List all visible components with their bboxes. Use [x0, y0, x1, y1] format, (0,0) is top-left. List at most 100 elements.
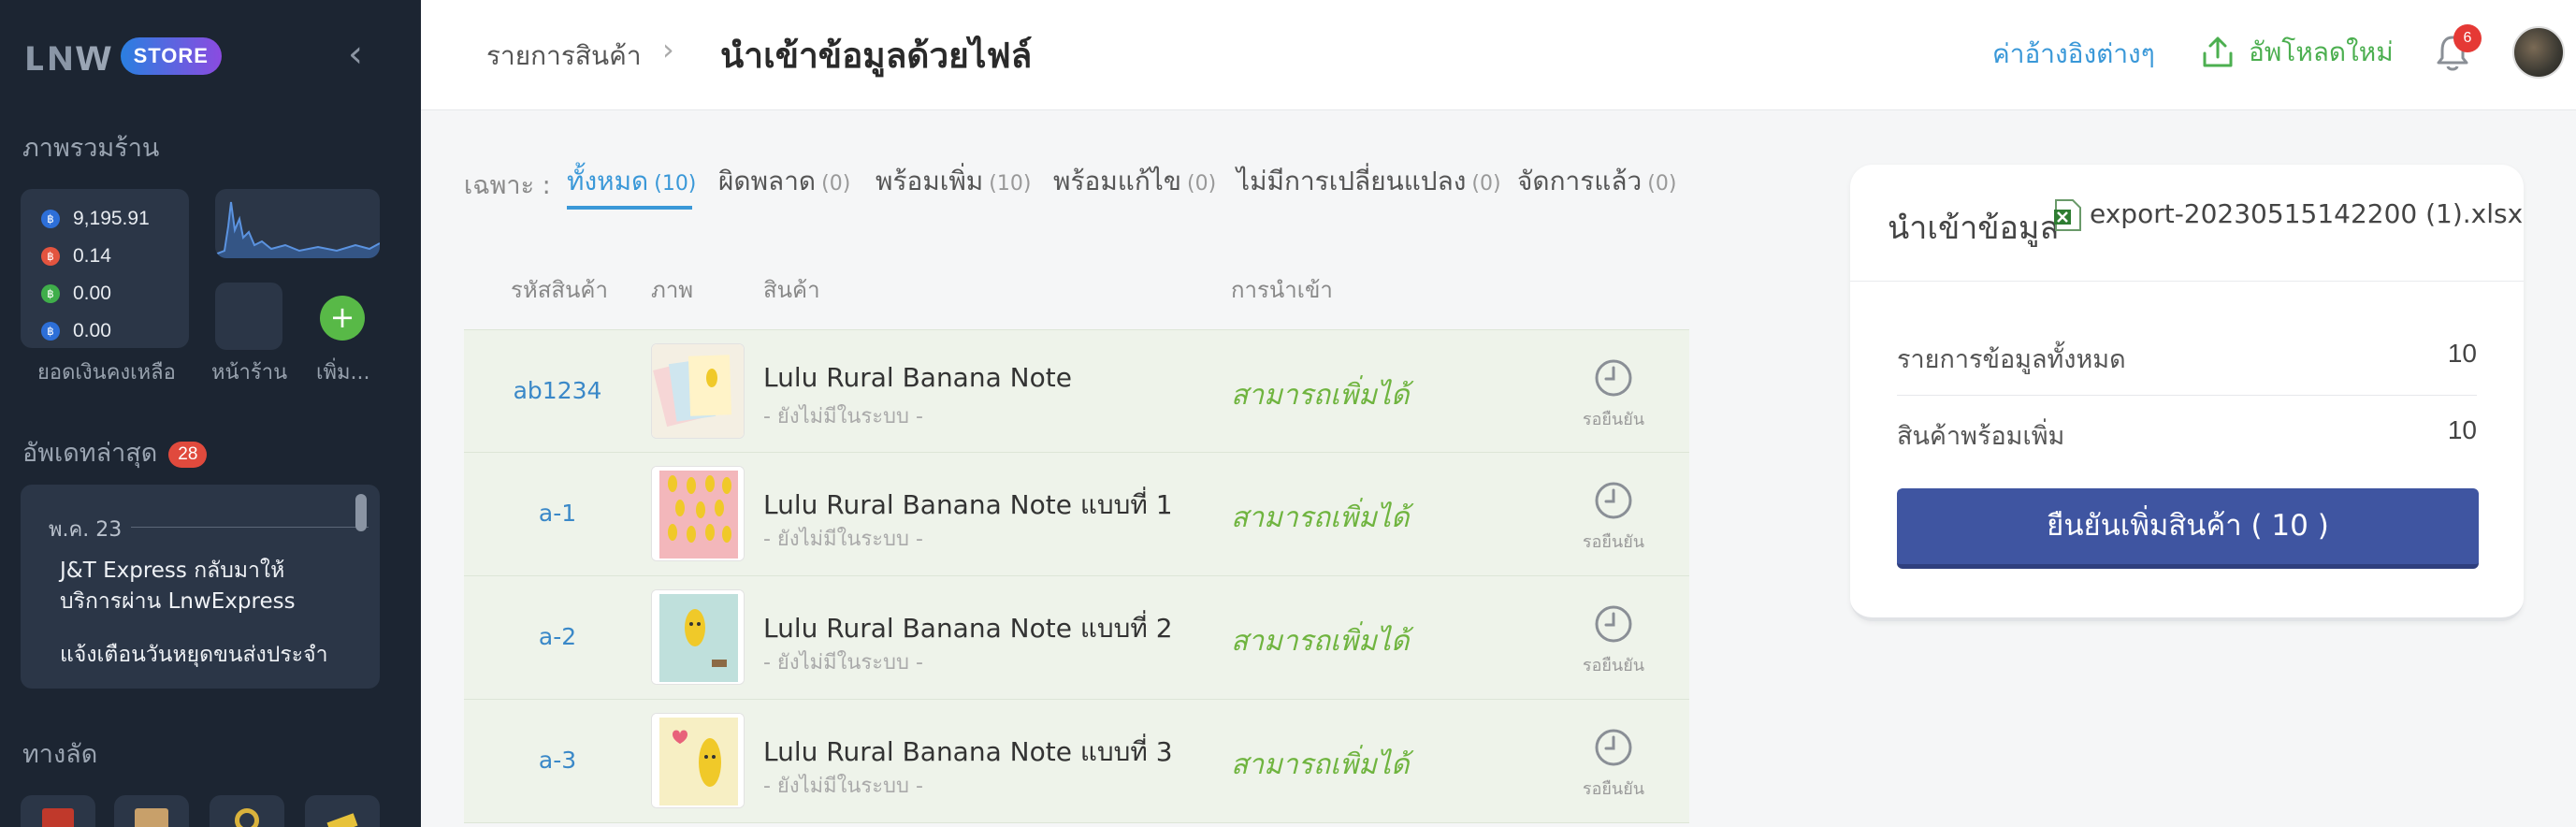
tab-count: (0) [821, 172, 851, 196]
tab-label: ไม่มีการเปลี่ยนแปลง [1237, 166, 1467, 196]
filter-tab-ready-to-edit[interactable]: พร้อมแก้ไข (0) [1053, 161, 1216, 202]
updates-heading: อัพเดทล่าสุด 28 [22, 432, 208, 472]
logo-badge: STORE [120, 37, 222, 75]
news-scrollbar[interactable] [355, 494, 367, 531]
column-header-image: ภาพ [651, 277, 694, 303]
balance-value: 0.00 [73, 320, 111, 341]
panel-divider [1850, 281, 2524, 282]
balance-value: 0.00 [73, 283, 111, 304]
news-date: พ.ค. 23 [49, 518, 123, 542]
filter-tab-error[interactable]: ผิดพลาด (0) [718, 161, 850, 202]
import-summary-panel: นำเข้าข้อมูล export-20230515142200 (1).x… [1850, 165, 2524, 621]
total-records-value: 10 [2447, 339, 2477, 368]
tab-count: (0) [1187, 172, 1217, 196]
filter-tab-handled[interactable]: จัดการแล้ว (0) [1517, 161, 1676, 202]
news-divider [131, 527, 369, 528]
panel-title: นำเข้าข้อมูล [1888, 210, 2060, 247]
product-system-status: - ยังไม่มีในระบบ - [763, 775, 923, 798]
uploaded-file-name: export-20230515142200 (1).xlsx [2090, 198, 2524, 229]
product-sku[interactable]: ab1234 [464, 377, 651, 404]
baht-coin-icon: ฿ [41, 210, 60, 228]
breadcrumb-products[interactable]: รายการสินค้า [486, 36, 642, 77]
updates-count-badge: 28 [168, 441, 208, 468]
add-icon[interactable]: + [320, 296, 365, 341]
balance-value: 0.14 [73, 245, 111, 267]
store-logo[interactable]: ʟɴw STORE [24, 34, 222, 79]
tab-count: (10) [654, 172, 697, 196]
product-name[interactable]: Lulu Rural Banana Note [763, 362, 1072, 393]
product-sku[interactable]: a-2 [464, 623, 651, 650]
tab-label: พร้อมเพิ่ม [876, 166, 984, 196]
pending-label: รอยืนยัน [1582, 410, 1645, 429]
import-status: สามารถเพิ่มได้ [1231, 625, 1410, 658]
pending-label: รอยืนยัน [1582, 656, 1645, 675]
reference-values-link[interactable]: ค่าอ้างอิงต่างๆ [1992, 34, 2155, 75]
news-item[interactable]: แจ้งเตือนวันหยุดขนส่งประจำ [60, 640, 340, 671]
top-bar: รายการสินค้า › นำเข้าข้อมูลด้วยไฟล์ ค่าอ… [421, 0, 2576, 110]
notebook-set-image [652, 344, 744, 438]
pending-label: รอยืนยัน [1582, 779, 1645, 799]
filter-tab-no-change[interactable]: ไม่มีการเปลี่ยนแปลง (0) [1237, 161, 1501, 202]
filter-tab-all[interactable]: ทั้งหมด (10) [567, 161, 696, 202]
table-row[interactable]: a-1 Lulu Rural Banana Note แบบที่ 1 - ยั… [464, 453, 1689, 576]
excel-file-icon [2054, 199, 2081, 231]
table-row[interactable]: ab1234 Lulu Rural Banana Note - ยังไม่มี… [464, 329, 1689, 453]
upload-new-button[interactable]: อัพโหลดใหม่ [2200, 32, 2394, 73]
shortcut-tag-icon[interactable] [305, 795, 380, 827]
product-thumbnail [651, 589, 745, 685]
product-thumbnail [651, 343, 745, 439]
overview-heading: ภาพรวมร้าน [22, 134, 160, 163]
shortcut-box-icon[interactable] [114, 795, 189, 827]
total-records-label: รายการข้อมูลทั้งหมด [1897, 345, 2126, 374]
sparkline-graph [215, 201, 380, 258]
tab-label: พร้อมแก้ไข [1053, 166, 1181, 196]
filter-label: เฉพาะ : [464, 171, 551, 200]
balance-row: ฿ 9,195.91 [41, 200, 189, 238]
product-sku[interactable]: a-1 [464, 500, 651, 527]
clock-icon [1595, 605, 1632, 643]
updates-heading-label: อัพเดทล่าสุด [22, 439, 158, 468]
product-name[interactable]: Lulu Rural Banana Note แบบที่ 3 [763, 732, 1173, 773]
balance-card[interactable]: ฿ 9,195.91 ฿ 0.14 ฿ 0.00 ฿ 0.00 [21, 189, 189, 348]
storefront-tile[interactable] [215, 283, 282, 350]
column-header-import: การนำเข้า [1231, 277, 1333, 303]
confirm-add-products-button[interactable]: ยืนยันเพิ่มสินค้า ( 10 ) [1897, 488, 2479, 569]
upload-new-label: อัพโหลดใหม่ [2249, 36, 2394, 67]
baht-coin-icon: ฿ [41, 284, 60, 303]
breadcrumb-chevron-icon: › [662, 32, 674, 67]
sales-sparkline[interactable] [215, 189, 380, 258]
user-avatar[interactable] [2512, 26, 2565, 79]
product-sku[interactable]: a-3 [464, 747, 651, 774]
product-system-status: - ยังไม่มีในระบบ - [763, 651, 923, 675]
tab-count: (10) [989, 172, 1032, 196]
shortcut-book-icon[interactable] [21, 795, 95, 827]
baht-coin-icon: ฿ [41, 247, 60, 266]
news-item[interactable]: J&T Express กลับมาให้บริการผ่าน LnwExpre… [60, 556, 340, 617]
pink-banana-notebook-image [652, 467, 744, 560]
shortcut-key-icon[interactable] [210, 795, 284, 827]
balance-caption: ยอดเงินคงเหลือ [37, 361, 176, 384]
filter-tab-ready-to-add[interactable]: พร้อมเพิ่ม (10) [876, 161, 1031, 202]
import-status: สามารถเพิ่มได้ [1231, 379, 1410, 412]
product-system-status: - ยังไม่มีในระบบ - [763, 528, 923, 551]
product-system-status: - ยังไม่มีในระบบ - [763, 405, 923, 428]
ready-products-label: สินค้าพร้อมเพิ่ม [1897, 422, 2065, 451]
balance-row: ฿ 0.00 [41, 312, 189, 350]
sidebar: ʟɴw STORE ‹ ภาพรวมร้าน ฿ 9,195.91 ฿ 0.14… [0, 0, 421, 827]
product-thumbnail [651, 713, 745, 808]
active-tab-underline [567, 206, 692, 210]
ready-products-value: 10 [2447, 415, 2477, 444]
table-row[interactable]: a-3 Lulu Rural Banana Note แบบที่ 3 - ยั… [464, 700, 1689, 823]
clock-icon [1595, 729, 1632, 766]
page-title: นำเข้าข้อมูลด้วยไฟล์ [720, 36, 1033, 76]
logo-wordmark: ʟɴw [24, 31, 113, 80]
clock-icon [1595, 482, 1632, 519]
product-name[interactable]: Lulu Rural Banana Note แบบที่ 1 [763, 485, 1173, 526]
collapse-sidebar-icon[interactable]: ‹ [348, 36, 376, 75]
tab-label: ทั้งหมด [567, 166, 649, 196]
table-row[interactable]: a-2 Lulu Rural Banana Note แบบที่ 2 - ยั… [464, 576, 1689, 700]
balance-row: ฿ 0.14 [41, 238, 189, 275]
upload-icon [2203, 36, 2233, 67]
product-name[interactable]: Lulu Rural Banana Note แบบที่ 2 [763, 608, 1173, 649]
stat-divider [1897, 395, 2477, 396]
